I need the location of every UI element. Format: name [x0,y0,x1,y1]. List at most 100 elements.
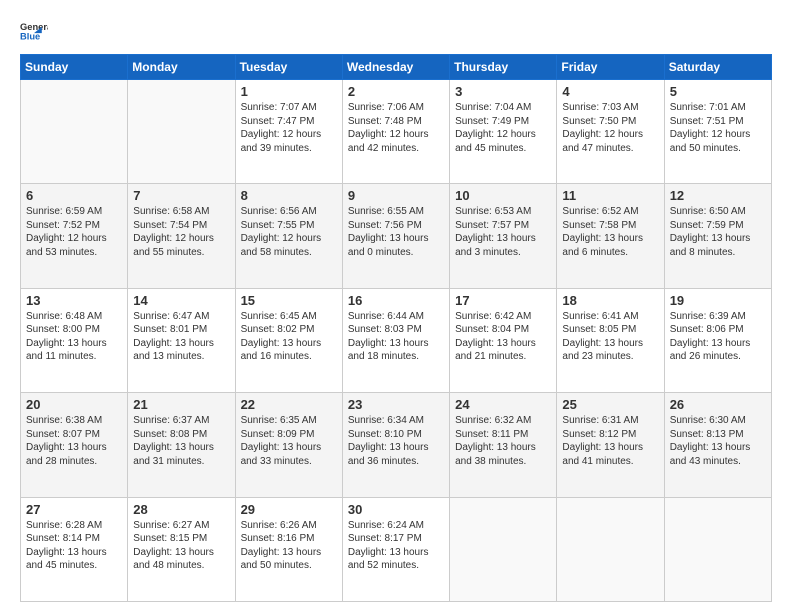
svg-text:General: General [20,22,48,32]
day-number: 15 [241,293,337,308]
day-number: 10 [455,188,551,203]
weekday-wednesday: Wednesday [342,55,449,80]
calendar-cell: 26 Sunrise: 6:30 AM Sunset: 8:13 PM Dayli… [664,393,771,497]
cell-daylight-text: Sunrise: 6:38 AM Sunset: 8:07 PM Dayligh… [26,414,122,468]
week-row-5: 27 Sunrise: 6:28 AM Sunset: 8:14 PM Dayli… [21,497,772,601]
day-number: 20 [26,397,122,412]
week-row-1: 1Sunrise: 7:07 AM Sunset: 7:47 PM Daylig… [21,80,772,184]
cell-daylight-text: Sunrise: 6:28 AM Sunset: 8:14 PM Dayligh… [26,519,122,573]
day-number: 2 [348,84,444,99]
cell-daylight-text: Sunrise: 6:39 AM Sunset: 8:06 PM Dayligh… [670,310,766,364]
calendar-cell: 21 Sunrise: 6:37 AM Sunset: 8:08 PM Dayli… [128,393,235,497]
cell-daylight-text: Sunrise: 6:56 AM Sunset: 7:55 PM Dayligh… [241,205,337,259]
calendar-cell: 17 Sunrise: 6:42 AM Sunset: 8:04 PM Dayli… [450,288,557,392]
day-number: 14 [133,293,229,308]
calendar-cell [21,80,128,184]
cell-daylight-text: Sunrise: 6:50 AM Sunset: 7:59 PM Dayligh… [670,205,766,259]
calendar-cell [450,497,557,601]
weekday-tuesday: Tuesday [235,55,342,80]
cell-daylight-text: Sunrise: 6:24 AM Sunset: 8:17 PM Dayligh… [348,519,444,573]
day-number: 7 [133,188,229,203]
weekday-friday: Friday [557,55,664,80]
weekday-header-row: SundayMondayTuesdayWednesdayThursdayFrid… [21,55,772,80]
day-number: 3 [455,84,551,99]
day-number: 26 [670,397,766,412]
week-row-3: 13Sunrise: 6:48 AM Sunset: 8:00 PM Dayli… [21,288,772,392]
day-number: 27 [26,502,122,517]
calendar-cell: 24 Sunrise: 6:32 AM Sunset: 8:11 PM Dayli… [450,393,557,497]
calendar-cell [557,497,664,601]
cell-daylight-text: Sunrise: 6:42 AM Sunset: 8:04 PM Dayligh… [455,310,551,364]
day-number: 5 [670,84,766,99]
page: General Blue SundayMondayTuesdayWednesda… [0,0,792,612]
calendar-cell: 1Sunrise: 7:07 AM Sunset: 7:47 PM Daylig… [235,80,342,184]
cell-daylight-text: Sunrise: 6:41 AM Sunset: 8:05 PM Dayligh… [562,310,658,364]
cell-daylight-text: Sunrise: 6:52 AM Sunset: 7:58 PM Dayligh… [562,205,658,259]
calendar-table: SundayMondayTuesdayWednesdayThursdayFrid… [20,54,772,602]
day-number: 16 [348,293,444,308]
calendar-cell: 7 Sunrise: 6:58 AM Sunset: 7:54 PM Daylig… [128,184,235,288]
calendar-cell: 23 Sunrise: 6:34 AM Sunset: 8:10 PM Dayli… [342,393,449,497]
cell-daylight-text: Sunrise: 6:45 AM Sunset: 8:02 PM Dayligh… [241,310,337,364]
calendar-cell: 4 Sunrise: 7:03 AM Sunset: 7:50 PM Daylig… [557,80,664,184]
calendar-cell: 3 Sunrise: 7:04 AM Sunset: 7:49 PM Daylig… [450,80,557,184]
cell-daylight-text: Sunrise: 7:04 AM Sunset: 7:49 PM Dayligh… [455,101,551,155]
cell-daylight-text: Sunrise: 6:37 AM Sunset: 8:08 PM Dayligh… [133,414,229,468]
day-number: 24 [455,397,551,412]
calendar-cell [128,80,235,184]
day-number: 21 [133,397,229,412]
day-number: 13 [26,293,122,308]
cell-daylight-text: Sunrise: 7:06 AM Sunset: 7:48 PM Dayligh… [348,101,444,155]
day-number: 17 [455,293,551,308]
cell-daylight-text: Sunrise: 6:44 AM Sunset: 8:03 PM Dayligh… [348,310,444,364]
cell-daylight-text: Sunrise: 7:01 AM Sunset: 7:51 PM Dayligh… [670,101,766,155]
day-number: 28 [133,502,229,517]
calendar-cell: 12 Sunrise: 6:50 AM Sunset: 7:59 PM Dayli… [664,184,771,288]
day-number: 6 [26,188,122,203]
cell-daylight-text: Sunrise: 6:32 AM Sunset: 8:11 PM Dayligh… [455,414,551,468]
weekday-monday: Monday [128,55,235,80]
weekday-saturday: Saturday [664,55,771,80]
calendar-cell: 6 Sunrise: 6:59 AM Sunset: 7:52 PM Daylig… [21,184,128,288]
cell-daylight-text: Sunrise: 6:35 AM Sunset: 8:09 PM Dayligh… [241,414,337,468]
calendar-cell: 27 Sunrise: 6:28 AM Sunset: 8:14 PM Dayli… [21,497,128,601]
calendar-cell: 8 Sunrise: 6:56 AM Sunset: 7:55 PM Daylig… [235,184,342,288]
day-number: 29 [241,502,337,517]
day-number: 4 [562,84,658,99]
calendar-cell: 10Sunrise: 6:53 AM Sunset: 7:57 PM Dayli… [450,184,557,288]
day-number: 12 [670,188,766,203]
cell-daylight-text: Sunrise: 6:30 AM Sunset: 8:13 PM Dayligh… [670,414,766,468]
day-number: 9 [348,188,444,203]
calendar-cell: 5 Sunrise: 7:01 AM Sunset: 7:51 PM Daylig… [664,80,771,184]
calendar-cell: 13Sunrise: 6:48 AM Sunset: 8:00 PM Dayli… [21,288,128,392]
cell-daylight-text: Sunrise: 6:27 AM Sunset: 8:15 PM Dayligh… [133,519,229,573]
calendar-cell: 19 Sunrise: 6:39 AM Sunset: 8:06 PM Dayli… [664,288,771,392]
cell-daylight-text: Sunrise: 6:47 AM Sunset: 8:01 PM Dayligh… [133,310,229,364]
cell-daylight-text: Sunrise: 6:55 AM Sunset: 7:56 PM Dayligh… [348,205,444,259]
day-number: 22 [241,397,337,412]
calendar-cell: 9 Sunrise: 6:55 AM Sunset: 7:56 PM Daylig… [342,184,449,288]
day-number: 19 [670,293,766,308]
day-number: 23 [348,397,444,412]
calendar-cell: 16 Sunrise: 6:44 AM Sunset: 8:03 PM Dayli… [342,288,449,392]
cell-daylight-text: Sunrise: 7:03 AM Sunset: 7:50 PM Dayligh… [562,101,658,155]
calendar-cell: 30 Sunrise: 6:24 AM Sunset: 8:17 PM Dayli… [342,497,449,601]
calendar-cell: 18Sunrise: 6:41 AM Sunset: 8:05 PM Dayli… [557,288,664,392]
calendar-cell: 28 Sunrise: 6:27 AM Sunset: 8:15 PM Dayli… [128,497,235,601]
day-number: 25 [562,397,658,412]
calendar-cell: 11Sunrise: 6:52 AM Sunset: 7:58 PM Dayli… [557,184,664,288]
calendar-cell: 22 Sunrise: 6:35 AM Sunset: 8:09 PM Dayli… [235,393,342,497]
week-row-2: 6 Sunrise: 6:59 AM Sunset: 7:52 PM Daylig… [21,184,772,288]
cell-daylight-text: Sunrise: 6:26 AM Sunset: 8:16 PM Dayligh… [241,519,337,573]
day-number: 8 [241,188,337,203]
logo-icon: General Blue [20,16,48,44]
day-number: 30 [348,502,444,517]
cell-daylight-text: Sunrise: 6:59 AM Sunset: 7:52 PM Dayligh… [26,205,122,259]
cell-daylight-text: Sunrise: 6:31 AM Sunset: 8:12 PM Dayligh… [562,414,658,468]
calendar-cell: 29 Sunrise: 6:26 AM Sunset: 8:16 PM Dayli… [235,497,342,601]
cell-daylight-text: Sunrise: 6:34 AM Sunset: 8:10 PM Dayligh… [348,414,444,468]
calendar-cell: 2 Sunrise: 7:06 AM Sunset: 7:48 PM Daylig… [342,80,449,184]
weekday-thursday: Thursday [450,55,557,80]
cell-daylight-text: Sunrise: 6:58 AM Sunset: 7:54 PM Dayligh… [133,205,229,259]
calendar-cell: 25 Sunrise: 6:31 AM Sunset: 8:12 PM Dayli… [557,393,664,497]
